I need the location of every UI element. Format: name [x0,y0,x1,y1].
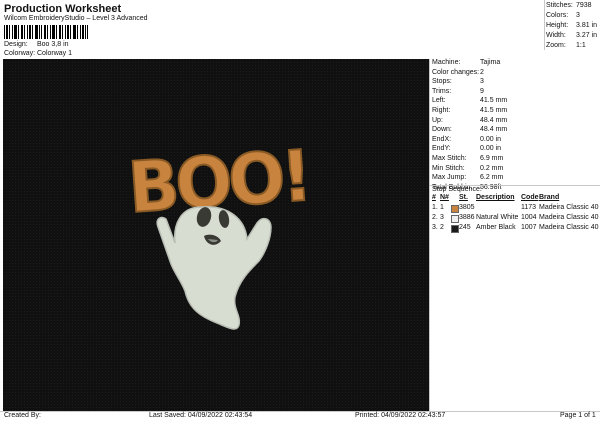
info-stops: Stops: 3 [432,78,484,86]
info-endy: EndY: 0.00 in [432,145,502,153]
info-endx: EndX: 0.00 in [432,135,502,143]
stats-divider [544,0,545,50]
barcode-image [4,25,88,39]
stat-zoom: Zoom: 1:1 [546,42,586,49]
info-left: Left: 41.5 mm [432,97,508,105]
page-number: Page 1 of 1 [560,412,596,419]
info-machine: Machine: Tajima [432,59,501,66]
table-row: 3. 2 245 Amber Black 1007 Madeira Classi… [432,224,599,233]
table-row: 2. 3 3886 Natural White 1004 Madeira Cla… [432,214,599,223]
table-row: 1. 1 3805 1173 Madeira Classic 40 [432,204,599,213]
summary-stats: Stitches: 7938 Colors: 3 Height: 3.81 in Wi… [546,2,598,52]
thread-color-swatch [451,215,459,223]
info-min-stitch: Min Stitch: 0.2 mm [432,164,504,172]
stop-sequence-table: # N# St. Description Code Brand 1. 1 380… [431,194,599,234]
design-preview-canvas: BOO! [3,59,429,412]
footer-divider [0,411,600,412]
colorway-label: Colorway: [4,50,36,57]
stat-stitches: Stitches: 7938 [546,2,592,9]
colorway-name: Colorway 1 [37,50,73,57]
info-down: Down: 48.4 mm [432,126,508,134]
stat-colors: Colors: 3 [546,12,580,19]
info-max-jump: Max Jump: 6.2 mm [432,174,504,182]
stop-sequence-header: # N# St. Description Code Brand [432,194,560,201]
info-right: Right: 41.5 mm [432,106,508,114]
last-saved: Last Saved: 04/09/2022 02:43:54 [149,412,253,419]
info-color-changes: Color changes: 2 [432,68,484,76]
info-trims: Trims: 9 [432,87,484,95]
info-up: Up: 48.4 mm [432,116,508,124]
thread-color-swatch [451,205,459,213]
info-divider [429,59,430,412]
design-label: Design: [4,41,28,48]
design-name: Boo 3,8 in [37,41,69,48]
machine-info-panel: Machine: Tajima Color changes: 2 Stops: 3 T… [431,59,599,193]
created-by: Created By: [4,412,41,419]
stat-width: Width: 3.27 in [546,32,598,39]
software-subtitle: Wilcom EmbroideryStudio – Level 3 Advanc… [4,15,148,22]
info-max-stitch: Max Stitch: 6.9 mm [432,154,504,162]
stop-sequence-title: Stop Sequence: [432,186,482,193]
printed-date: Printed: 04/09/2022 02:43:57 [355,412,446,419]
thread-color-swatch [451,225,459,233]
boo-ghost-embroidery: BOO! [3,59,429,412]
stat-height: Height: 3.81 in [546,22,598,29]
worksheet-title: Production Worksheet [4,3,122,15]
